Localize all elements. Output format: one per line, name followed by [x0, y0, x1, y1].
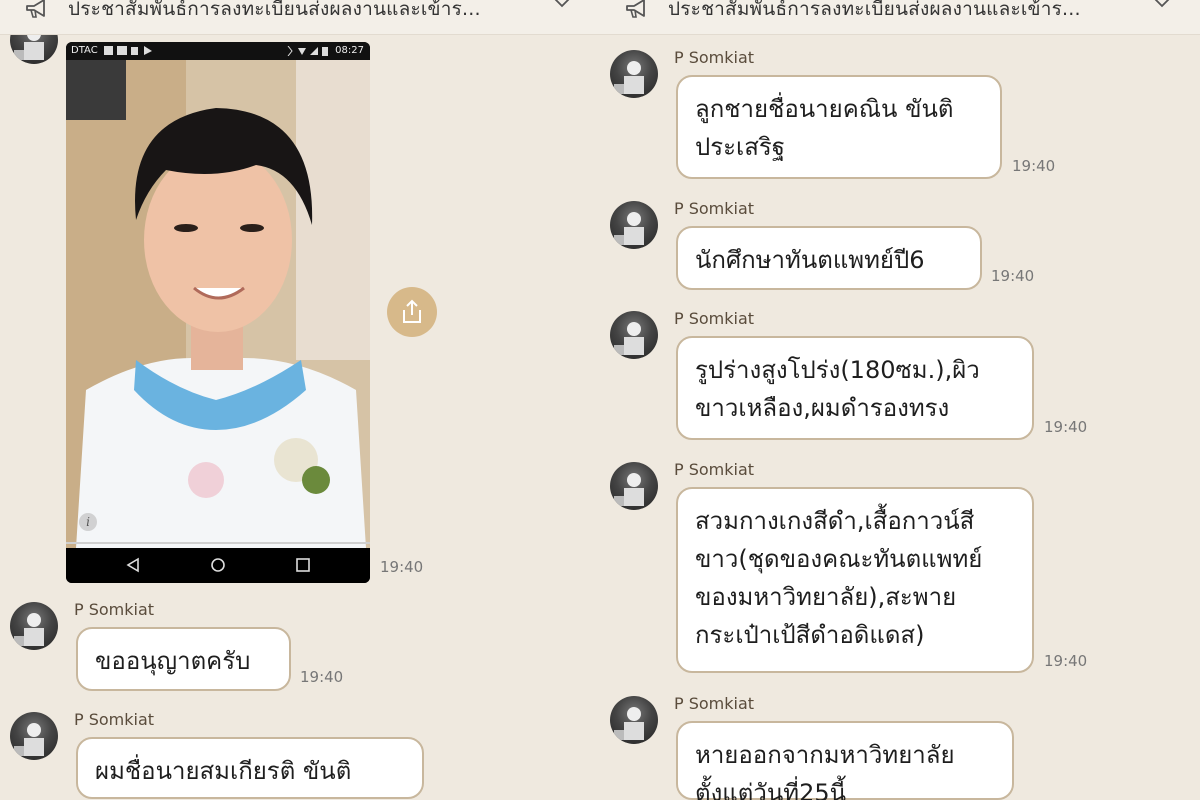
carrier-label: DTAC	[71, 45, 98, 56]
chat-panel-left: ประชาสัมพันธ์การลงทะเบียนส่งผลงานและเข้า…	[0, 0, 600, 800]
message-text: ผมชื่อนายสมเกียรติ ขันติ	[95, 757, 352, 785]
sender-name: P Somkiat	[674, 48, 755, 67]
message-bubble[interactable]: รูปร่างสูงโปร่ง(180ซม.),ผิว ขาวเหลือง,ผม…	[676, 336, 1034, 440]
sender-name: P Somkiat	[74, 710, 155, 729]
message-text: ตั้งแต่วันที่25นี้	[695, 779, 847, 800]
phone-clock: 08:27	[335, 45, 364, 56]
share-icon	[403, 299, 421, 323]
avatar[interactable]	[10, 602, 58, 650]
message-bubble[interactable]: หายออกจากมหาวิทยาลัย ตั้งแต่วันที่25นี้	[676, 721, 1014, 800]
chevron-down-icon[interactable]	[1150, 0, 1174, 12]
avatar[interactable]	[610, 50, 658, 98]
chat-panel-right: ประชาสัมพันธ์การลงทะเบียนส่งผลงานและเข้า…	[600, 0, 1200, 800]
recent-apps-icon	[296, 558, 310, 572]
message-time: 19:40	[1044, 652, 1088, 670]
message-text: นักศึกษาทันตแพทย์ปี6	[695, 246, 925, 274]
message-text: ประเสริฐ	[695, 133, 785, 161]
avatar[interactable]	[610, 696, 658, 744]
chat-title[interactable]: ประชาสัมพันธ์การลงทะเบียนส่งผลงานและเข้า…	[668, 0, 1081, 24]
sender-name: P Somkiat	[674, 309, 755, 328]
back-icon	[126, 557, 139, 573]
message-text: ลูกชายชื่อนายคณิน ขันติ	[695, 95, 954, 123]
phone-nav-bar	[66, 548, 370, 583]
message-time: 19:40	[991, 267, 1035, 285]
message-bubble[interactable]: สวมกางเกงสีดำ,เสื้อกาวน์สี ขาว(ชุดของคณะ…	[676, 487, 1034, 673]
message-text: ขาวเหลือง,ผมดำรองทรง	[695, 394, 950, 422]
home-icon	[211, 558, 225, 572]
message-bubble[interactable]: นักศึกษาทันตแพทย์ปี6	[676, 226, 982, 290]
message-text: ขออนุญาตครับ	[95, 647, 251, 675]
avatar[interactable]	[10, 712, 58, 760]
message-time: 19:40	[1044, 418, 1088, 436]
message-text: รูปร่างสูงโปร่ง(180ซม.),ผิว	[695, 356, 980, 384]
avatar[interactable]	[610, 311, 658, 359]
chevron-down-icon[interactable]	[550, 0, 574, 12]
message-bubble[interactable]: ลูกชายชื่อนายคณิน ขันติ ประเสริฐ	[676, 75, 1002, 179]
sender-name: P Somkiat	[674, 199, 755, 218]
megaphone-icon[interactable]	[624, 0, 650, 20]
sender-name: P Somkiat	[674, 694, 755, 713]
message-time: 19:40	[380, 558, 424, 576]
sender-name: P Somkiat	[74, 600, 155, 619]
message-text: กระเป๋าเป้สีดำอดิแดส)	[695, 621, 925, 649]
chat-title[interactable]: ประชาสัมพันธ์การลงทะเบียนส่งผลงานและเข้า…	[68, 0, 481, 24]
message-text: หายออกจากมหาวิทยาลัย	[695, 741, 955, 769]
message-text: ขาว(ชุดของคณะทันตแพทย์	[695, 545, 983, 573]
message-time: 19:40	[1012, 157, 1056, 175]
message-time: 19:40	[300, 668, 344, 686]
message-text: ของมหาวิทยาลัย),สะพาย	[695, 583, 957, 611]
share-button[interactable]	[387, 287, 437, 337]
phone-status-bar: DTAC 08:27	[66, 42, 370, 60]
notification-icons	[104, 46, 152, 55]
avatar[interactable]	[610, 462, 658, 510]
sender-name: P Somkiat	[674, 460, 755, 479]
image-message[interactable]: DTAC 08:27 i	[66, 42, 370, 583]
info-icon[interactable]: i	[79, 513, 97, 531]
message-text: สวมกางเกงสีดำ,เสื้อกาวน์สี	[695, 507, 975, 535]
message-bubble[interactable]: ขออนุญาตครับ	[76, 627, 291, 691]
signal-battery-icons	[287, 46, 328, 56]
megaphone-icon[interactable]	[24, 0, 50, 20]
chat-header: ประชาสัมพันธ์การลงทะเบียนส่งผลงานและเข้า…	[600, 0, 1200, 35]
avatar[interactable]	[610, 201, 658, 249]
message-bubble[interactable]: ผมชื่อนายสมเกียรติ ขันติ	[76, 737, 424, 799]
chat-header: ประชาสัมพันธ์การลงทะเบียนส่งผลงานและเข้า…	[0, 0, 600, 35]
portrait-photo	[66, 60, 370, 548]
